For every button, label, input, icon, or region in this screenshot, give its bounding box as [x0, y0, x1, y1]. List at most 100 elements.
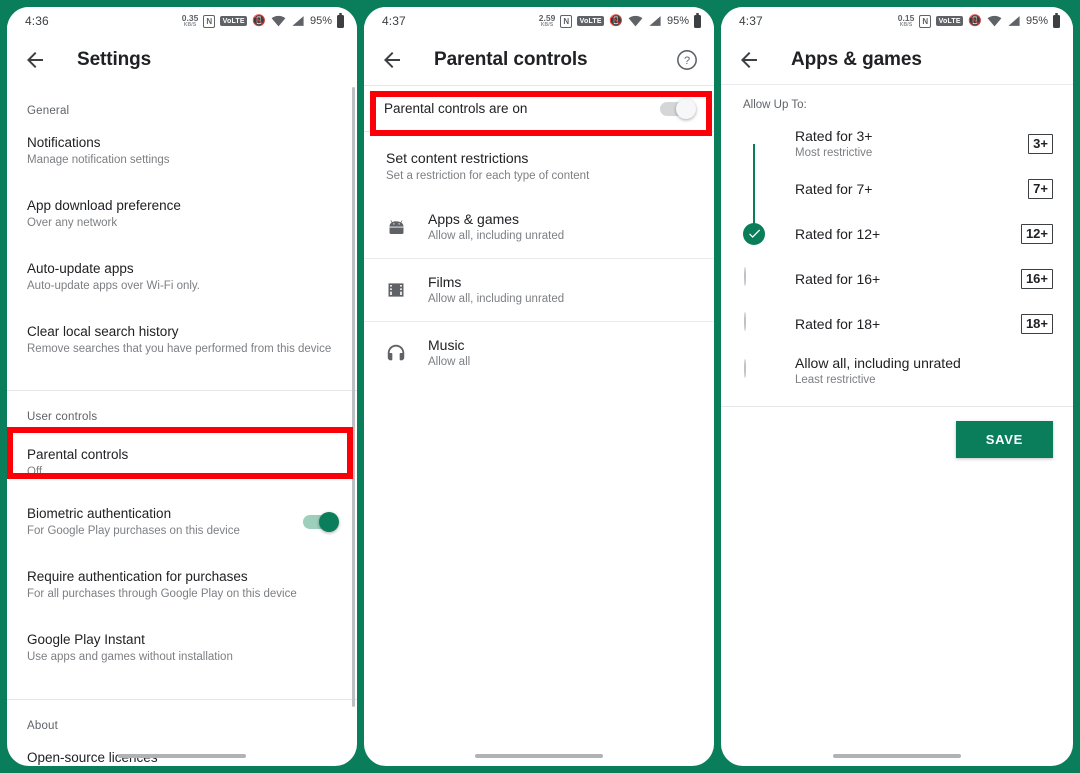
save-button[interactable]: SAVE	[955, 421, 1053, 458]
cellular-signal-icon	[1007, 15, 1021, 27]
content-row-title: Films	[428, 274, 462, 290]
content-restriction-apps-and-games[interactable]: Apps & games Allow all, including unrate…	[364, 196, 714, 259]
status-bar: 4:37 0.15 KB/S N VoLTE 📵 95%	[721, 7, 1073, 35]
scrollbar-thumb[interactable]	[352, 87, 355, 707]
list-item-clear-local-search-history[interactable]: Clear local search history Remove search…	[7, 314, 357, 368]
list-item-subtitle: Off	[27, 466, 43, 478]
battery-percent-label: 95%	[666, 15, 689, 27]
screenshot-stage: 4:36 0.35 KB/S N VoLTE 📵 95% Settings Ge…	[0, 0, 1080, 773]
help-circle-icon[interactable]: ?	[676, 49, 698, 71]
radio-filled-icon[interactable]	[743, 178, 765, 200]
parental-controls-state-label: Parental controls are on	[384, 101, 528, 116]
restrictions-subtitle: Set a restriction for each type of conte…	[386, 170, 590, 182]
wifi-icon	[628, 15, 643, 27]
vibrate-icon: 📵	[252, 14, 266, 27]
radio-empty-icon[interactable]	[743, 266, 765, 290]
status-bar-time: 4:36	[25, 14, 49, 28]
ratings-scroll-area[interactable]: Allow Up To: Rated for 3+ Most restricti…	[721, 85, 1073, 766]
rating-badge: 7+	[1028, 178, 1053, 199]
list-item-open-source-licences[interactable]: Open-source licences Licence details for…	[7, 740, 357, 766]
rating-option-3-plus[interactable]: Rated for 3+ Most restrictive 3+	[721, 121, 1073, 166]
battery-icon	[1053, 12, 1060, 28]
list-item-app-download-preference[interactable]: App download preference Over any network	[7, 188, 357, 242]
rating-badge: 12+	[1020, 223, 1053, 244]
parental-controls-toggle[interactable]	[660, 98, 696, 119]
home-indicator[interactable]	[475, 754, 603, 758]
content-restriction-films[interactable]: Films Allow all, including unrated	[364, 259, 714, 322]
home-indicator[interactable]	[833, 754, 961, 758]
battery-icon	[337, 12, 344, 28]
rating-title: Rated for 18+	[795, 315, 881, 332]
save-bar: SAVE	[721, 407, 1073, 472]
list-item-subtitle: For all purchases through Google Play on…	[27, 588, 297, 600]
list-item-parental-controls[interactable]: Parental controls Off	[7, 431, 357, 496]
list-item-subtitle: Use apps and games without installation	[27, 651, 233, 663]
rating-title: Rated for 16+	[795, 270, 881, 287]
section-label-about: About	[27, 720, 59, 732]
spacer	[7, 613, 357, 622]
rating-title: Rated for 7+	[795, 180, 873, 197]
list-item-auto-update-apps[interactable]: Auto-update apps Auto-update apps over W…	[7, 251, 357, 305]
section-label-general: General	[27, 105, 70, 117]
home-indicator[interactable]	[118, 754, 246, 758]
cellular-signal-icon	[291, 15, 305, 27]
radio-filled-icon[interactable]	[743, 133, 765, 155]
rating-option-12-plus[interactable]: Rated for 12+ 12+	[721, 211, 1073, 256]
list-item-subtitle: Over any network	[27, 217, 118, 229]
data-speed-indicator: 0.15 KB/S	[897, 13, 915, 28]
data-speed-indicator: 2.59 KB/S	[538, 13, 556, 28]
parental-controls-master-row[interactable]: Parental controls are on	[364, 86, 714, 131]
content-restriction-music[interactable]: Music Allow all	[364, 322, 714, 384]
volte-icon: VoLTE	[220, 16, 248, 26]
battery-percent-label: 95%	[309, 15, 332, 27]
svg-text:?: ?	[684, 55, 690, 67]
rating-option-allow-all[interactable]: Allow all, including unrated Least restr…	[721, 346, 1073, 396]
status-bar-time: 4:37	[382, 14, 406, 28]
back-button[interactable]	[737, 48, 761, 72]
set-content-restrictions-header: Set content restrictions Set a restricti…	[364, 132, 714, 196]
radio-selected-check-icon[interactable]	[743, 222, 765, 245]
back-button[interactable]	[23, 48, 47, 72]
parental-controls-scroll-area[interactable]: Parental controls are on Set content res…	[364, 85, 714, 766]
list-item-title: Parental controls	[27, 447, 129, 462]
content-row-subtitle: Allow all, including unrated	[428, 293, 565, 305]
list-item-require-authentication-for-purchases[interactable]: Require authentication for purchases For…	[7, 559, 357, 613]
vibrate-icon: 📵	[968, 14, 982, 27]
list-item-google-play-instant[interactable]: Google Play Instant Use apps and games w…	[7, 622, 357, 676]
list-item-title: Google Play Instant	[27, 632, 145, 647]
list-item-biometric-authentication[interactable]: Biometric authentication For Google Play…	[7, 496, 357, 550]
rating-option-16-plus[interactable]: Rated for 16+ 16+	[721, 256, 1073, 301]
wifi-icon	[987, 15, 1002, 27]
rating-option-18-plus[interactable]: Rated for 18+ 18+	[721, 301, 1073, 346]
app-bar: Parental controls ?	[364, 35, 714, 85]
page-title: Settings	[77, 49, 152, 70]
list-item-title: Clear local search history	[27, 324, 179, 339]
list-item-subtitle: Auto-update apps over Wi-Fi only.	[27, 280, 201, 292]
radio-empty-icon[interactable]	[743, 359, 765, 382]
nfc-icon: N	[919, 14, 932, 28]
rating-option-7-plus[interactable]: Rated for 7+ 7+	[721, 166, 1073, 211]
back-button[interactable]	[380, 48, 404, 72]
list-item-notifications[interactable]: Notifications Manage notification settin…	[7, 125, 357, 179]
content-row-title: Music	[428, 337, 465, 353]
status-bar-time: 4:37	[739, 14, 763, 28]
rating-subtitle: Least restrictive	[795, 374, 876, 386]
spacer	[7, 242, 357, 251]
list-item-title: Biometric authentication	[27, 506, 172, 521]
phone-panel-settings: 4:36 0.35 KB/S N VoLTE 📵 95% Settings Ge…	[7, 7, 357, 766]
rating-badge: 3+	[1028, 133, 1053, 154]
list-item-subtitle: Remove searches that you have performed …	[27, 343, 332, 355]
radio-empty-icon[interactable]	[743, 311, 765, 335]
rating-badge: 18+	[1020, 313, 1053, 334]
settings-scroll-area[interactable]: General Notifications Manage notificatio…	[7, 85, 357, 766]
biometric-authentication-toggle[interactable]	[303, 512, 339, 532]
spacer	[7, 305, 357, 314]
wifi-icon	[271, 15, 286, 27]
headphones-icon	[384, 341, 408, 365]
battery-icon	[694, 12, 701, 28]
nfc-icon: N	[560, 14, 573, 28]
content-row-title: Apps & games	[428, 211, 520, 227]
status-bar: 4:36 0.35 KB/S N VoLTE 📵 95%	[7, 7, 357, 35]
volte-icon: VoLTE	[936, 16, 964, 26]
android-robot-icon	[384, 215, 408, 239]
